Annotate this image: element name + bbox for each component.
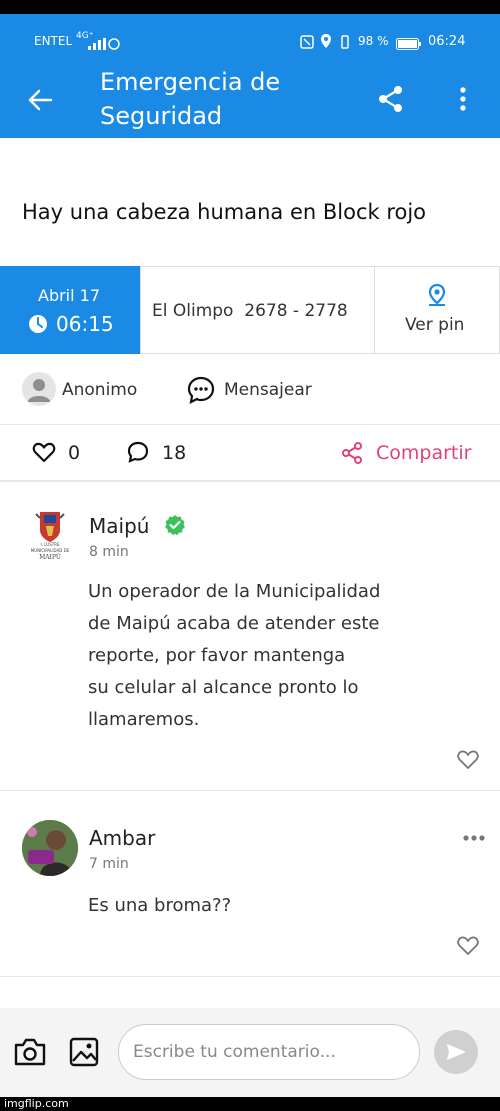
comment-count: 18	[162, 442, 187, 464]
send-icon	[447, 1044, 466, 1060]
comment-text-line: reporte, por favor mantenga	[88, 645, 346, 666]
comment-input[interactable]: Escribe tu comentario...	[118, 1024, 420, 1080]
comment-text-line: llamaremos.	[88, 709, 200, 730]
heart-icon	[457, 936, 479, 955]
comment-text-line: su celular al alcance pronto lo	[88, 677, 359, 698]
chat-bubble-icon	[187, 376, 215, 404]
divider	[0, 424, 500, 425]
user-avatar	[22, 820, 78, 876]
report-date: Abril 17	[38, 286, 101, 305]
comment-author: Maipú	[89, 514, 150, 538]
data-saver-icon	[108, 35, 120, 50]
anonymous-avatar-icon	[22, 372, 56, 406]
comment-text-line: Un operador de la Municipalidad	[88, 581, 381, 602]
profile-photo-icon	[22, 820, 78, 876]
gallery-button[interactable]	[68, 1036, 102, 1068]
share-button[interactable]	[372, 80, 410, 118]
location-icon	[320, 33, 332, 49]
signal-icon	[88, 35, 106, 50]
more-horiz-icon	[463, 835, 485, 841]
camera-button[interactable]	[12, 1036, 48, 1068]
more-menu-button[interactable]	[448, 80, 478, 118]
author-label: Anonimo	[62, 380, 138, 400]
crest-caption-1: I. LUSTRE	[40, 542, 60, 547]
camera-icon	[14, 1038, 46, 1066]
battery-percent: 98 %	[358, 34, 389, 48]
divider	[0, 790, 500, 791]
arrow-left-icon	[28, 89, 53, 111]
municipality-avatar: I. LUSTRE MUNICIPALIDAD DE MAIPÚ	[22, 508, 78, 564]
report-time: 06:15	[56, 312, 114, 336]
comment-text-line: de Maipú acaba de atender este	[88, 613, 380, 634]
watermark-bar: imgflip.com	[0, 1097, 500, 1111]
address-box: El Olimpo 2678 - 2778	[140, 266, 375, 354]
comment-time: 8 min	[89, 544, 129, 560]
share-icon	[379, 86, 402, 112]
comment-icon	[127, 441, 149, 463]
comment-time: 7 min	[89, 856, 129, 872]
divider	[0, 976, 500, 977]
map-pin-icon	[426, 283, 448, 307]
comment-input-placeholder: Escribe tu comentario...	[133, 1042, 336, 1062]
date-time-box: Abril 17 06:15	[0, 266, 140, 354]
vibrate-icon	[338, 34, 352, 49]
view-pin-button[interactable]: Ver pin	[374, 266, 500, 354]
back-button[interactable]	[22, 82, 58, 118]
battery-icon	[396, 35, 422, 50]
report-headline: Hay una cabeza humana en Block rojo	[22, 200, 427, 224]
like-count: 0	[68, 442, 81, 464]
comments-button[interactable]	[126, 440, 150, 464]
like-button[interactable]	[32, 440, 56, 464]
watermark-text: imgflip.com	[4, 1097, 69, 1110]
more-vert-icon	[460, 87, 466, 111]
message-label[interactable]: Mensajear	[224, 380, 312, 400]
view-pin-label: Ver pin	[405, 315, 465, 335]
share-text-button[interactable]: Compartir	[376, 442, 471, 464]
message-button[interactable]	[186, 375, 216, 405]
carrier-label: ENTEL	[34, 34, 73, 48]
heart-icon	[32, 442, 56, 463]
comment-author: Ambar	[89, 826, 156, 850]
comment-like-button[interactable]	[456, 934, 480, 956]
verified-badge-icon	[164, 514, 186, 536]
crest-caption-2: MUNICIPALIDAD DE	[30, 548, 70, 553]
nfc-icon	[300, 34, 314, 49]
share-link-icon	[340, 441, 364, 465]
send-button[interactable]	[434, 1030, 478, 1074]
report-address: El Olimpo 2678 - 2778	[152, 301, 348, 321]
clock-icon	[28, 314, 48, 334]
page-title-line2: Seguridad	[100, 102, 223, 130]
page-title-line1: Emergencia de	[100, 68, 281, 96]
clock: 06:24	[428, 34, 466, 49]
comment-like-button[interactable]	[456, 748, 480, 770]
comment-text: Es una broma??	[88, 895, 232, 916]
crest-caption-3: MAIPÚ	[39, 554, 61, 561]
top-black-strip	[0, 0, 500, 14]
comment-options-button[interactable]	[462, 828, 486, 841]
divider	[0, 480, 500, 482]
heart-icon	[457, 750, 479, 769]
image-icon	[69, 1037, 99, 1067]
